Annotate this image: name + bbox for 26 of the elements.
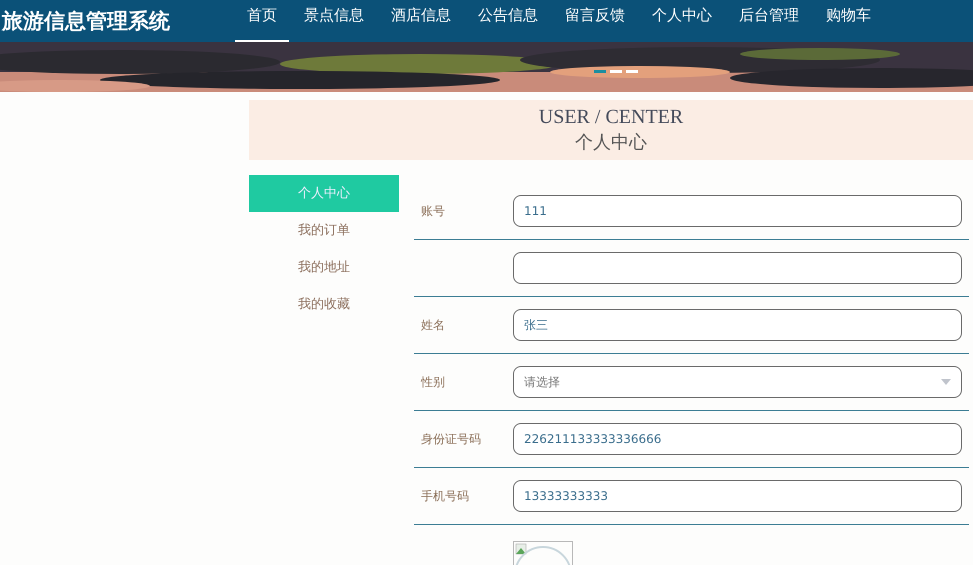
nav-link[interactable]: 个人中心 [640, 0, 724, 42]
sidebar-item[interactable]: 我的收藏 [249, 286, 399, 323]
sidebar-item[interactable]: 我的地址 [249, 249, 399, 286]
broken-image-icon [513, 541, 573, 565]
section-title-english: USER / CENTER [538, 105, 684, 130]
nav-link[interactable]: 公告信息 [466, 0, 550, 42]
sidebar-item[interactable]: 我的订单 [249, 212, 399, 249]
nav-link[interactable]: 留言反馈 [553, 0, 637, 42]
field-label: 姓名 [421, 318, 445, 332]
site-title: 旅游信息管理系统 [0, 8, 171, 35]
caret-icon [941, 379, 951, 385]
nav-link[interactable]: 后台管理 [727, 0, 811, 42]
field-label: 手机号码 [421, 488, 469, 502]
input-field[interactable]: 226211133333336666 [513, 423, 962, 455]
field-label: 性别 [421, 374, 445, 388]
nav-link[interactable]: 景点信息 [292, 0, 376, 42]
select-field[interactable]: 请选择 [513, 366, 962, 398]
input-field[interactable]: 张三 [513, 309, 962, 341]
field-label: 身份证号码 [421, 432, 481, 446]
nav-link[interactable]: 购物车 [814, 0, 883, 42]
field-label: 账号 [421, 204, 445, 218]
section-title-chinese: 个人中心 [575, 131, 647, 155]
input-field[interactable] [513, 252, 962, 284]
nav-link[interactable]: 酒店信息 [379, 0, 463, 42]
input-field[interactable]: 111 [513, 195, 962, 227]
input-field[interactable]: 13333333333 [513, 480, 962, 512]
